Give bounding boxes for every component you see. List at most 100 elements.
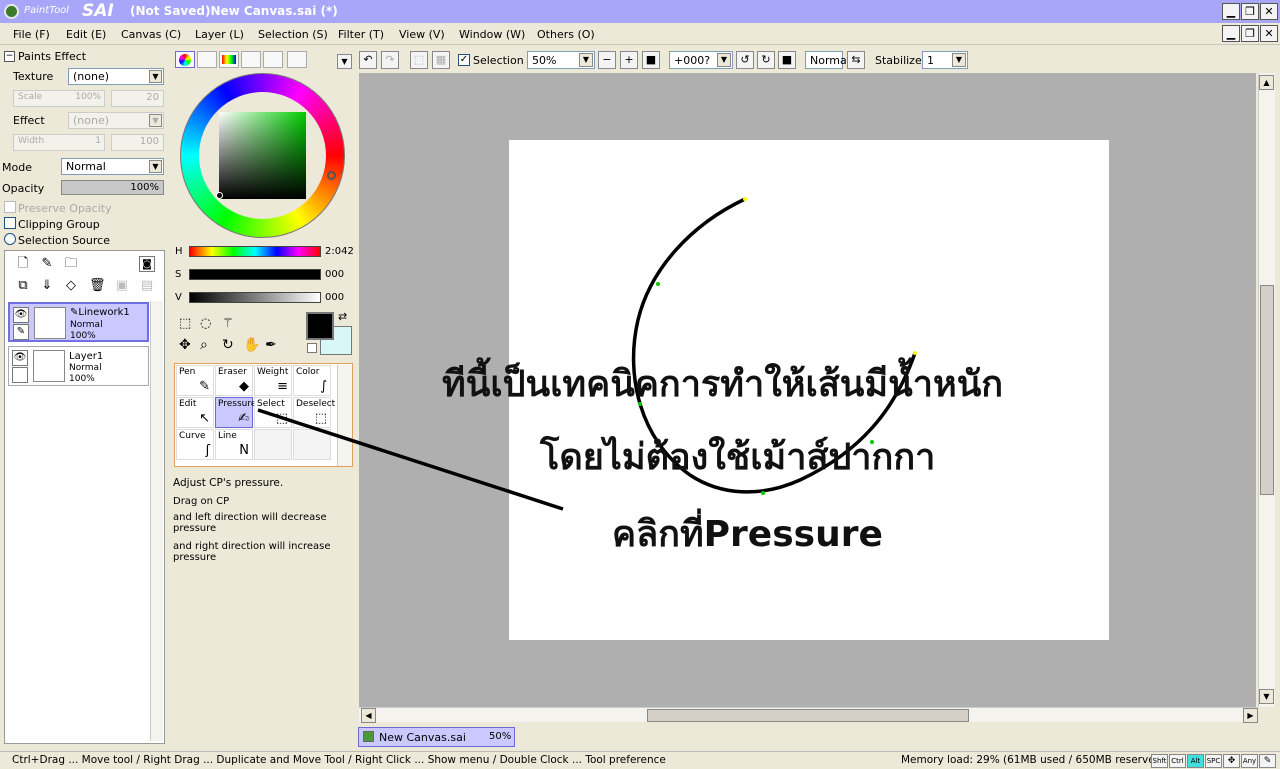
visibility-eye-icon[interactable]: 👁 [12, 350, 28, 366]
hue-marker[interactable] [327, 171, 336, 180]
zoom-icon[interactable]: ⌕ [200, 337, 208, 353]
tool-deselect[interactable]: Deselect ⬚ [293, 397, 335, 428]
blend-mode-select[interactable]: Normal ▼ [61, 158, 164, 175]
tool-weight[interactable]: Weight ≡ [254, 365, 292, 396]
new-layer-icon[interactable]: 🗋 [15, 256, 31, 272]
hsv-slider-tab-icon[interactable] [219, 51, 239, 68]
color-wheel-tab-icon[interactable] [175, 51, 195, 68]
delete-layer-icon[interactable]: 🗑 [89, 278, 106, 294]
scroll-left-button[interactable]: ◀ [361, 708, 376, 723]
h-label: H [175, 246, 183, 257]
rotate-reset-button[interactable]: ■ [778, 51, 796, 69]
minimize-icon: ▁ [1226, 27, 1236, 40]
lasso-icon[interactable]: ◌ [200, 316, 211, 331]
transparent-color-icon[interactable] [307, 343, 317, 353]
hand-icon[interactable]: ✋ [243, 337, 260, 353]
visibility-eye-icon[interactable]: 👁 [13, 307, 29, 323]
eyedropper-icon[interactable]: ✒ [265, 337, 277, 353]
flip-button[interactable]: ⇆ [847, 51, 865, 69]
close-button[interactable]: ✕ [1260, 3, 1278, 20]
rgb-slider-tab-icon[interactable] [197, 51, 217, 68]
hue-slider[interactable] [189, 246, 321, 257]
mask-icon[interactable]: ◙ [139, 256, 155, 272]
zoom-select[interactable]: 50% ▼ [527, 51, 595, 69]
pen-lock-icon[interactable]: ✎ [13, 324, 29, 340]
layer-row-linework1[interactable]: 👁 ✎ ✎Linework1 Normal 100% [8, 302, 149, 342]
saturation-slider[interactable] [189, 269, 321, 280]
menu-view[interactable]: View (V) [399, 28, 445, 41]
copy-layer-icon[interactable]: ⧉ [15, 278, 31, 294]
primary-color-swatch[interactable] [306, 312, 334, 340]
minimize-button[interactable]: ▁ [1222, 3, 1240, 20]
opacity-slider[interactable]: 100% [61, 180, 164, 195]
layer-lock-box[interactable] [12, 367, 28, 383]
tool-eraser[interactable]: Eraser ◆ [215, 365, 253, 396]
clear-layer-icon[interactable]: ◇ [63, 278, 79, 294]
texture-select[interactable]: (none) ▼ [68, 68, 164, 85]
tool-pen[interactable]: Pen ✎ [176, 365, 214, 396]
new-folder-icon[interactable]: 🗀 [63, 256, 79, 272]
tool-select[interactable]: Select ⬚ [254, 397, 292, 428]
rotate-icon[interactable]: ↻ [222, 337, 234, 353]
annotation-line2: โดยไม่ต้องใช้เม้าส์ปากกา [540, 437, 936, 478]
zoom-out-button[interactable]: − [598, 51, 616, 69]
scroll-down-button[interactable]: ▼ [1259, 689, 1274, 704]
selection-source-radio[interactable] [4, 233, 16, 245]
vertical-scroll-thumb[interactable] [1260, 285, 1274, 495]
scroll-up-button[interactable]: ▲ [1259, 75, 1274, 90]
move-icon[interactable]: ✥ [179, 337, 191, 353]
menu-canvas[interactable]: Canvas (C) [121, 28, 181, 41]
color-wheel[interactable] [180, 73, 345, 238]
rotate-left-button[interactable]: ↺ [736, 51, 754, 69]
menu-selection[interactable]: Selection (S) [258, 28, 328, 41]
new-linework-layer-icon[interactable]: ✎ [39, 256, 55, 272]
menu-layer[interactable]: Layer (L) [195, 28, 244, 41]
swap-colors-icon[interactable]: ⇄ [338, 310, 347, 323]
sv-marker[interactable] [216, 192, 223, 199]
undo-button[interactable]: ↶ [359, 51, 377, 69]
tool-line[interactable]: Line N [215, 429, 253, 460]
stabilizer-select[interactable]: 1 ▼ [922, 51, 968, 69]
tool-scrollbar[interactable] [337, 365, 352, 466]
doc-close-button[interactable]: ✕ [1260, 25, 1278, 42]
menu-edit[interactable]: Edit (E) [66, 28, 106, 41]
menu-others[interactable]: Others (O) [537, 28, 595, 41]
merge-down-icon[interactable]: ⇓ [39, 278, 55, 294]
scroll-right-button[interactable]: ▶ [1243, 708, 1258, 723]
width-field: Width 1 [13, 134, 105, 151]
scratchpad-tab-icon[interactable] [287, 51, 307, 68]
rotation-select[interactable]: +000? ▼ [669, 51, 733, 69]
menu-filter[interactable]: Filter (T) [338, 28, 384, 41]
rotate-right-button[interactable]: ↻ [757, 51, 775, 69]
clipping-group-checkbox[interactable] [4, 217, 16, 229]
vertical-scrollbar[interactable]: ▲ ▼ [1258, 73, 1275, 707]
collapse-toggle[interactable]: − [4, 51, 15, 62]
value-slider[interactable] [189, 292, 321, 303]
rect-select-icon[interactable]: ⬚ [179, 316, 191, 331]
menu-file[interactable]: File (F) [13, 28, 50, 41]
document-tab[interactable]: New Canvas.sai 50% [358, 727, 515, 747]
view-mode-field[interactable]: Normal [805, 51, 850, 69]
sv-square[interactable] [219, 112, 306, 199]
layer-row-layer1[interactable]: 👁 Layer1 Normal 100% [8, 346, 149, 386]
doc-minimize-button[interactable]: ▁ [1222, 25, 1240, 42]
doc-restore-button[interactable]: ❐ [1241, 25, 1259, 42]
tool-color[interactable]: Color ∫ [293, 365, 331, 396]
menu-window[interactable]: Window (W) [459, 28, 525, 41]
texture-label: Texture [13, 70, 54, 83]
tool-pressure[interactable]: Pressure ✍ [215, 397, 256, 428]
magic-wand-icon[interactable]: ⚚ [222, 316, 234, 331]
panel-menu-button[interactable]: ▼ [337, 54, 352, 69]
zoom-in-button[interactable]: + [620, 51, 638, 69]
swatch-tab-icon[interactable] [241, 51, 261, 68]
selection-checkbox[interactable]: ✓ [458, 54, 470, 66]
user-swatch-tab-icon[interactable] [263, 51, 283, 68]
layer-scrollbar[interactable] [150, 301, 163, 741]
curve-icon: ʃ [205, 443, 210, 458]
tool-edit[interactable]: Edit ↖ [176, 397, 214, 428]
horizontal-scroll-thumb[interactable] [647, 709, 969, 722]
horizontal-scrollbar[interactable]: ◀ ▶ [359, 707, 1258, 723]
zoom-reset-button[interactable]: ■ [642, 51, 660, 69]
maximize-button[interactable]: ❐ [1241, 3, 1259, 20]
tool-curve[interactable]: Curve ʃ [176, 429, 214, 460]
